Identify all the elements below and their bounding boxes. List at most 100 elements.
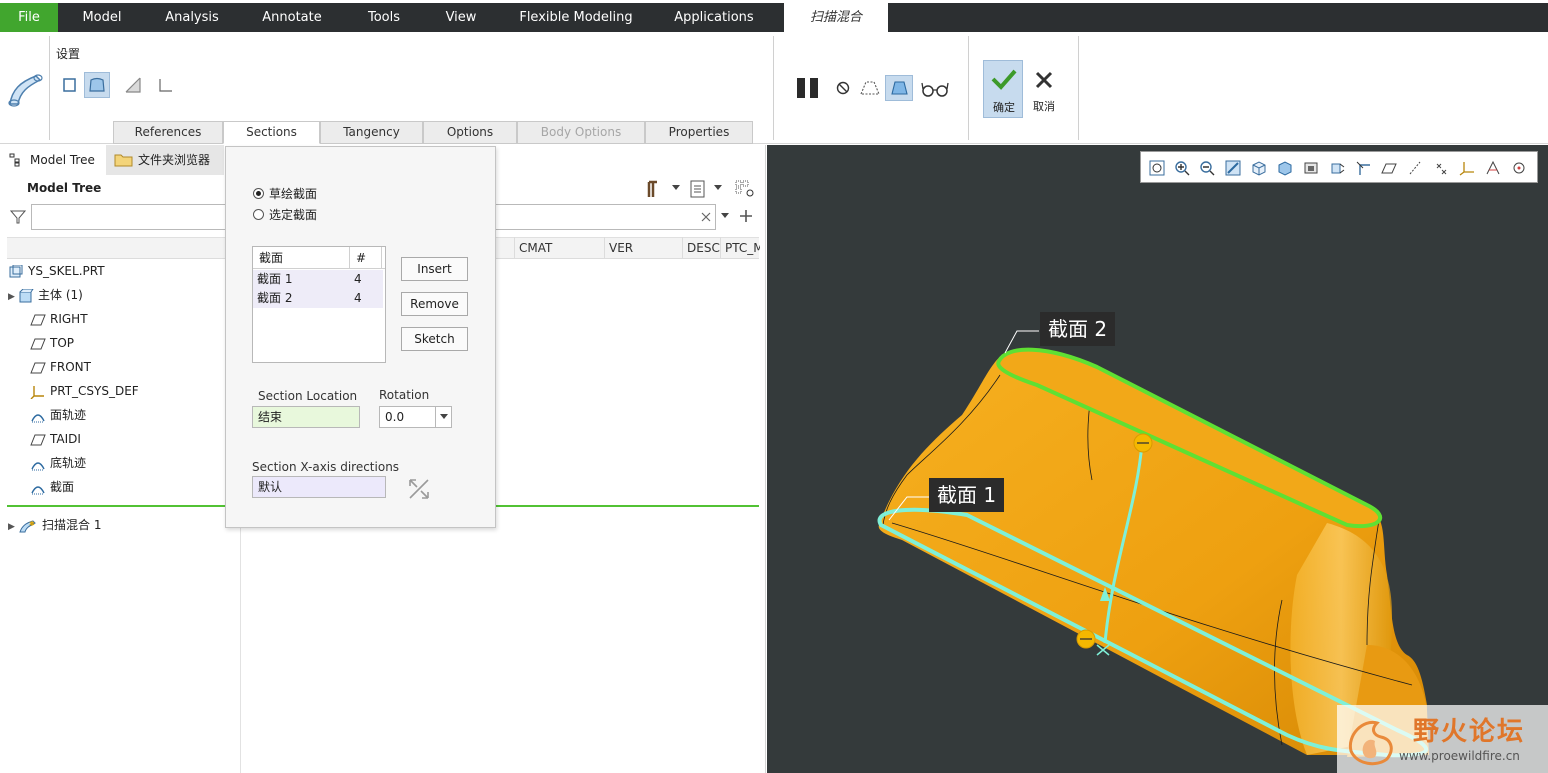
watermark: 野火论坛 www.proewildfire.cn bbox=[1337, 705, 1548, 773]
tree-item-taidi[interactable]: TAIDI bbox=[30, 428, 81, 450]
section-location-field[interactable]: 结束 bbox=[252, 406, 360, 428]
rotation-dropdown-button[interactable] bbox=[435, 407, 451, 427]
subtab-tangency[interactable]: Tangency bbox=[320, 121, 423, 144]
tree-item-csys[interactable]: PRT_CSYS_DEF bbox=[30, 380, 139, 402]
subtab-references[interactable]: References bbox=[113, 121, 223, 144]
tree-item-label: 面轨迹 bbox=[50, 408, 87, 422]
radio-sketched-sections[interactable]: 草绘截面 bbox=[253, 185, 317, 202]
chevron-down-icon[interactable] bbox=[672, 185, 680, 191]
thicken-button[interactable] bbox=[152, 72, 178, 98]
model-tree-tab[interactable]: Model Tree bbox=[0, 145, 106, 175]
column-header-cmat[interactable]: CMAT bbox=[514, 237, 604, 259]
verify-glasses-icon[interactable] bbox=[920, 80, 950, 98]
tab-model[interactable]: Model bbox=[70, 3, 134, 32]
section-name: 截面 1 bbox=[257, 272, 293, 286]
ribbon-separator bbox=[1078, 36, 1079, 140]
settings-document-icon[interactable] bbox=[689, 179, 707, 199]
sketch-icon bbox=[31, 461, 45, 470]
x-axis-direction-field[interactable]: 默认 bbox=[252, 476, 386, 498]
tab-analysis[interactable]: Analysis bbox=[155, 3, 229, 32]
remove-button[interactable]: Remove bbox=[401, 292, 468, 316]
sweep-blend-icon: ✱ bbox=[19, 520, 36, 532]
sections-panel: 草绘截面 选定截面 截面 # 截面 1 4 截面 2 4 Insert Remo… bbox=[225, 146, 496, 528]
sweep-blend-feature-icon bbox=[8, 74, 43, 107]
tree-item-body[interactable]: ▶ 主体 (1) bbox=[8, 284, 83, 306]
column-header-ptc-m[interactable]: PTC_M bbox=[720, 237, 760, 259]
radio-label: 选定截面 bbox=[269, 208, 318, 222]
part-icon bbox=[9, 264, 23, 277]
subtab-options[interactable]: Options bbox=[423, 121, 517, 144]
tree-item-sweep-blend[interactable]: ▶ ✱ 扫描混合 1 bbox=[8, 514, 101, 536]
subtab-sections[interactable]: Sections bbox=[223, 121, 320, 144]
datum-plane-icon bbox=[30, 434, 46, 445]
folder-browser-tab[interactable]: 文件夹浏览器 bbox=[106, 145, 224, 175]
confirm-button[interactable]: 确定 bbox=[983, 60, 1023, 118]
filter-icon[interactable] bbox=[10, 209, 26, 225]
section-1-label[interactable]: 截面 1 bbox=[929, 478, 1005, 512]
chevron-down-icon bbox=[440, 414, 448, 419]
graphics-viewport[interactable]: 截面 2 截面 1 野火论坛 www.proewildfire.cn bbox=[767, 145, 1548, 773]
ribbon-tab-bar-background bbox=[0, 3, 1548, 32]
tree-item-label: 扫描混合 1 bbox=[42, 518, 102, 532]
no-preview-icon[interactable] bbox=[836, 81, 850, 95]
watermark-title: 野火论坛 bbox=[1413, 717, 1526, 747]
tab-view[interactable]: View bbox=[435, 3, 487, 32]
section-2-label[interactable]: 截面 2 bbox=[1040, 312, 1116, 346]
chevron-down-icon[interactable] bbox=[721, 213, 729, 219]
table-row[interactable]: 截面 1 4 bbox=[253, 270, 383, 289]
tree-item-label: 截面 bbox=[50, 480, 75, 494]
preview-geometry-icon[interactable] bbox=[858, 78, 882, 98]
tree-item-top[interactable]: TOP bbox=[30, 332, 74, 354]
expand-arrow-icon[interactable]: ▶ bbox=[8, 516, 18, 538]
tools-icon[interactable] bbox=[645, 179, 667, 199]
tab-file[interactable]: File bbox=[0, 3, 58, 32]
sections-table[interactable]: 截面 # 截面 1 4 截面 2 4 bbox=[252, 246, 386, 363]
remove-material-button[interactable] bbox=[120, 72, 146, 98]
tree-item-bottom-trajectory[interactable]: 底轨迹 bbox=[30, 452, 86, 474]
subtab-properties[interactable]: Properties bbox=[645, 121, 753, 144]
watermark-logo-icon bbox=[1348, 720, 1393, 766]
tree-item-front[interactable]: FRONT bbox=[30, 356, 91, 378]
tree-item-right[interactable]: RIGHT bbox=[30, 308, 88, 330]
sketch-button[interactable]: Sketch bbox=[401, 327, 468, 351]
tree-item-label: FRONT bbox=[50, 360, 91, 374]
surface-toggle-button[interactable] bbox=[84, 72, 110, 98]
tab-annotate[interactable]: Annotate bbox=[252, 3, 332, 32]
radio-selected-sections[interactable]: 选定截面 bbox=[253, 206, 317, 223]
tab-tools[interactable]: Tools bbox=[356, 3, 412, 32]
cancel-label: 取消 bbox=[1033, 100, 1055, 113]
tree-item-face-trajectory[interactable]: 面轨迹 bbox=[30, 404, 86, 426]
pause-icon[interactable] bbox=[796, 77, 820, 99]
datum-plane-icon bbox=[30, 362, 46, 373]
feature-preview-button[interactable] bbox=[885, 75, 913, 101]
tab-sweep-blend[interactable]: 扫描混合 bbox=[784, 3, 888, 34]
add-icon[interactable] bbox=[739, 209, 753, 223]
tab-applications[interactable]: Applications bbox=[664, 3, 764, 32]
radio-dot bbox=[253, 209, 264, 220]
feature-preview-icon bbox=[891, 81, 908, 95]
cancel-button[interactable]: 取消 bbox=[1026, 60, 1062, 118]
body-icon bbox=[19, 288, 34, 302]
insert-button[interactable]: Insert bbox=[401, 257, 468, 281]
settings-group-label: 设置 bbox=[56, 47, 81, 61]
sections-table-header: 截面 # bbox=[253, 247, 385, 269]
chevron-down-icon[interactable] bbox=[714, 185, 722, 191]
column-header-desc[interactable]: DESC bbox=[682, 237, 720, 259]
clear-search-icon[interactable] bbox=[701, 212, 711, 222]
solid-toggle-button[interactable] bbox=[57, 72, 83, 98]
sweep-blend-model[interactable] bbox=[767, 145, 1548, 773]
section-name: 截面 2 bbox=[257, 291, 293, 305]
tab-flexible-modeling[interactable]: Flexible Modeling bbox=[512, 3, 640, 32]
table-row[interactable]: 截面 2 4 bbox=[253, 289, 383, 308]
header-section: 截面 bbox=[259, 251, 284, 265]
tree-item-section[interactable]: 截面 bbox=[30, 476, 74, 498]
expand-arrow-icon[interactable]: ▶ bbox=[8, 286, 18, 308]
tree-item-label: TOP bbox=[50, 336, 75, 350]
column-header-ver[interactable]: VER bbox=[604, 237, 682, 259]
tree-item-root[interactable]: YS_SKEL.PRT bbox=[8, 260, 105, 282]
rotation-input[interactable]: 0.0 bbox=[379, 406, 452, 428]
subtab-body-options: Body Options bbox=[517, 121, 645, 144]
show-columns-icon[interactable] bbox=[735, 180, 755, 198]
tree-item-label: TAIDI bbox=[50, 432, 81, 446]
flip-direction-icon[interactable] bbox=[407, 477, 431, 501]
